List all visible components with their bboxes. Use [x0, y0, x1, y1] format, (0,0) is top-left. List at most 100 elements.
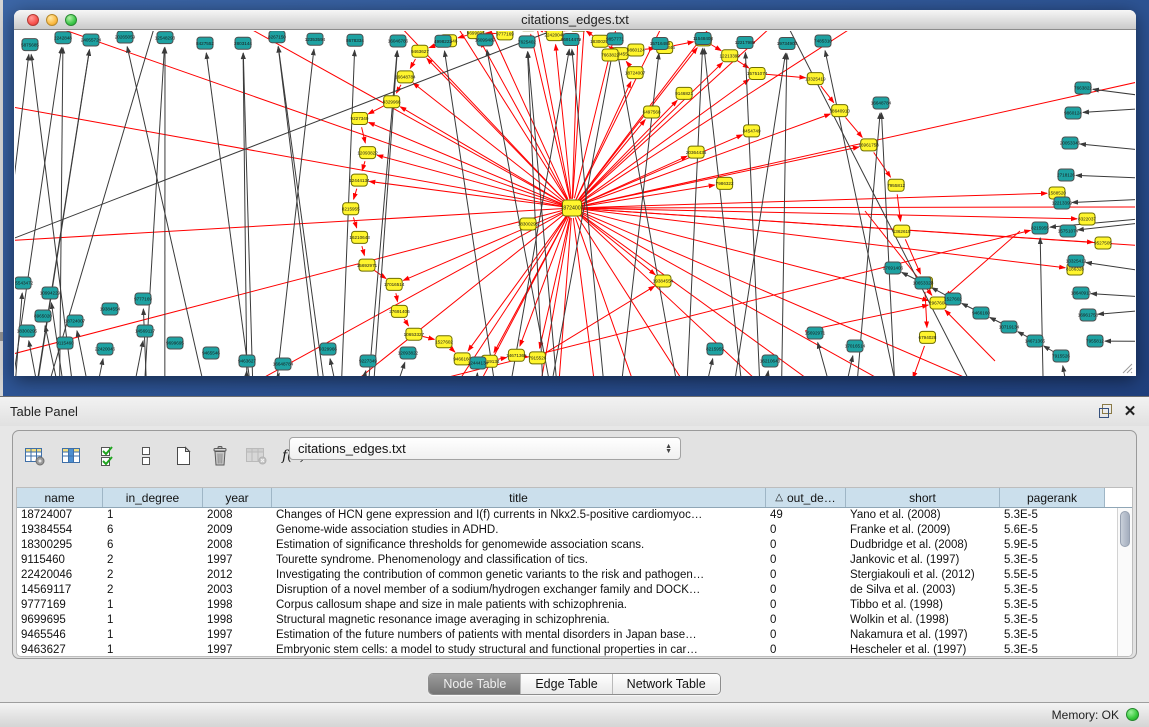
table-cell-in_degree[interactable]: 2: [103, 568, 203, 583]
table-row[interactable]: 1872400712008Changes of HCN gene express…: [17, 508, 1117, 523]
table-row[interactable]: 2242004622012Investigating the contribut…: [17, 568, 1117, 583]
table-cell-name[interactable]: 14569117: [17, 583, 103, 598]
network-node[interactable]: 16099489: [475, 34, 496, 46]
network-node[interactable]: 19734903: [777, 38, 798, 50]
network-node[interactable]: 9146821: [675, 87, 693, 99]
table-scrollbar[interactable]: [1117, 508, 1132, 656]
network-node[interactable]: 17016514: [845, 340, 866, 352]
network-node[interactable]: 9115460: [56, 337, 74, 349]
table-cell-out_degree[interactable]: 0: [766, 643, 846, 657]
table-cell-short[interactable]: Franke et al. (2009): [846, 523, 1000, 538]
network-edge[interactable]: [206, 53, 256, 376]
network-edge[interactable]: [427, 58, 566, 201]
table-cell-name[interactable]: 9699695: [17, 613, 103, 628]
network-edge[interactable]: [1076, 175, 1135, 179]
network-edge[interactable]: [882, 113, 898, 376]
network-edge[interactable]: [396, 293, 398, 301]
network-edge[interactable]: [905, 239, 920, 273]
network-edge[interactable]: [556, 45, 572, 199]
network-node[interactable]: 10719134: [999, 321, 1020, 333]
network-edge[interactable]: [581, 114, 831, 205]
network-edge[interactable]: [1091, 294, 1135, 299]
network-node[interactable]: 16046786: [388, 35, 409, 47]
network-edge[interactable]: [15, 31, 563, 205]
network-edge[interactable]: [586, 31, 593, 36]
column-header-year[interactable]: year: [203, 488, 272, 507]
table-cell-title[interactable]: Disruption of a novel member of a sodium…: [272, 583, 766, 598]
table-cell-year[interactable]: 2012: [203, 568, 272, 583]
table-cell-short[interactable]: Nakamura et al. (1997): [846, 628, 1000, 643]
resize-grip-icon[interactable]: [1120, 361, 1133, 374]
network-edge[interactable]: [1086, 263, 1135, 276]
network-edge[interactable]: [704, 49, 747, 377]
network-node[interactable]: 15692971: [805, 327, 826, 339]
network-node[interactable]: 15751074: [747, 68, 768, 80]
network-canvas-container[interactable]: 1872400718300295193845541872400719384554…: [15, 31, 1135, 376]
network-node[interactable]: 14671365: [506, 349, 527, 361]
network-edge[interactable]: [59, 48, 63, 376]
table-cell-in_degree[interactable]: 1: [103, 598, 203, 613]
network-node[interactable]: 16210643: [349, 231, 370, 243]
network-edge[interactable]: [15, 75, 562, 206]
column-header-short[interactable]: short: [846, 488, 1000, 507]
show-columns-icon[interactable]: [58, 442, 86, 470]
network-edge[interactable]: [573, 218, 667, 376]
table-cell-year[interactable]: 2008: [203, 508, 272, 523]
network-edge[interactable]: [726, 53, 786, 376]
network-edge[interactable]: [88, 359, 103, 376]
table-mode-icon[interactable]: [21, 442, 49, 470]
table-cell-out_degree[interactable]: 0: [766, 568, 846, 583]
network-node[interactable]: 7986322: [716, 177, 734, 189]
table-cell-name[interactable]: 9777169: [17, 598, 103, 613]
network-node[interactable]: 9527505: [1094, 237, 1112, 249]
table-cell-in_degree[interactable]: 1: [103, 643, 203, 657]
tab-node-table[interactable]: Node Table: [429, 674, 520, 694]
table-cell-pagerank[interactable]: 5.3E-5: [1000, 583, 1105, 598]
network-node[interactable]: 16648784: [395, 71, 416, 83]
network-node[interactable]: 10653327: [404, 328, 425, 340]
table-cell-year[interactable]: 1998: [203, 613, 272, 628]
table-cell-year[interactable]: 2003: [203, 583, 272, 598]
panel-collapse-handle[interactable]: [0, 332, 3, 341]
table-cell-pagerank[interactable]: 5.3E-5: [1000, 613, 1105, 628]
table-row[interactable]: 1456911722003Disruption of a novel membe…: [17, 583, 1117, 598]
network-node[interactable]: 12444134: [468, 357, 489, 369]
table-cell-short[interactable]: Dudbridge et al. (2008): [846, 538, 1000, 553]
network-node[interactable]: 16961758: [858, 139, 879, 151]
float-panel-icon[interactable]: [1097, 403, 1115, 421]
network-edge[interactable]: [384, 363, 404, 377]
table-cell-title[interactable]: Embryonic stem cells: a model to study s…: [272, 643, 766, 657]
deselect-all-icon[interactable]: [132, 442, 160, 470]
network-node[interactable]: 1527602: [944, 293, 962, 305]
network-node[interactable]: 7955812: [1086, 335, 1104, 347]
network-edge[interactable]: [626, 62, 629, 66]
network-node[interactable]: 9777169: [496, 31, 514, 40]
network-edge[interactable]: [15, 209, 562, 252]
table-cell-out_degree[interactable]: 0: [766, 523, 846, 538]
column-header-in_degree[interactable]: in_degree: [103, 488, 203, 507]
network-edge[interactable]: [273, 49, 314, 376]
column-header-title[interactable]: title: [272, 488, 766, 507]
network-node[interactable]: 12444134: [349, 174, 370, 186]
network-edge[interactable]: [805, 305, 928, 331]
network-edge[interactable]: [913, 346, 925, 376]
table-cell-short[interactable]: Yano et al. (2008): [846, 508, 1000, 523]
delete-table-icon[interactable]: [243, 442, 271, 470]
table-cell-short[interactable]: Hescheler et al. (1997): [846, 643, 1000, 657]
network-node[interactable]: 2718126: [1057, 169, 1075, 181]
network-node[interactable]: 8678334: [346, 34, 364, 46]
network-edge[interactable]: [1072, 198, 1135, 203]
table-row[interactable]: 1830029562008Estimation of significance …: [17, 538, 1117, 553]
network-edge[interactable]: [846, 117, 863, 137]
network-node[interactable]: 9463627: [411, 45, 429, 57]
network-node[interactable]: 5875685: [21, 39, 39, 51]
network-node[interactable]: 9466160: [972, 307, 990, 319]
table-cell-year[interactable]: 2008: [203, 538, 272, 553]
network-node[interactable]: 9227349: [351, 113, 369, 125]
network-edge[interactable]: [580, 31, 1135, 203]
table-cell-pagerank[interactable]: 5.3E-5: [1000, 643, 1105, 657]
network-edge[interactable]: [990, 318, 1001, 324]
column-header-name[interactable]: name: [17, 488, 103, 507]
network-node[interactable]: 8215955: [342, 203, 360, 215]
network-node[interactable]: 12213399: [719, 50, 740, 62]
